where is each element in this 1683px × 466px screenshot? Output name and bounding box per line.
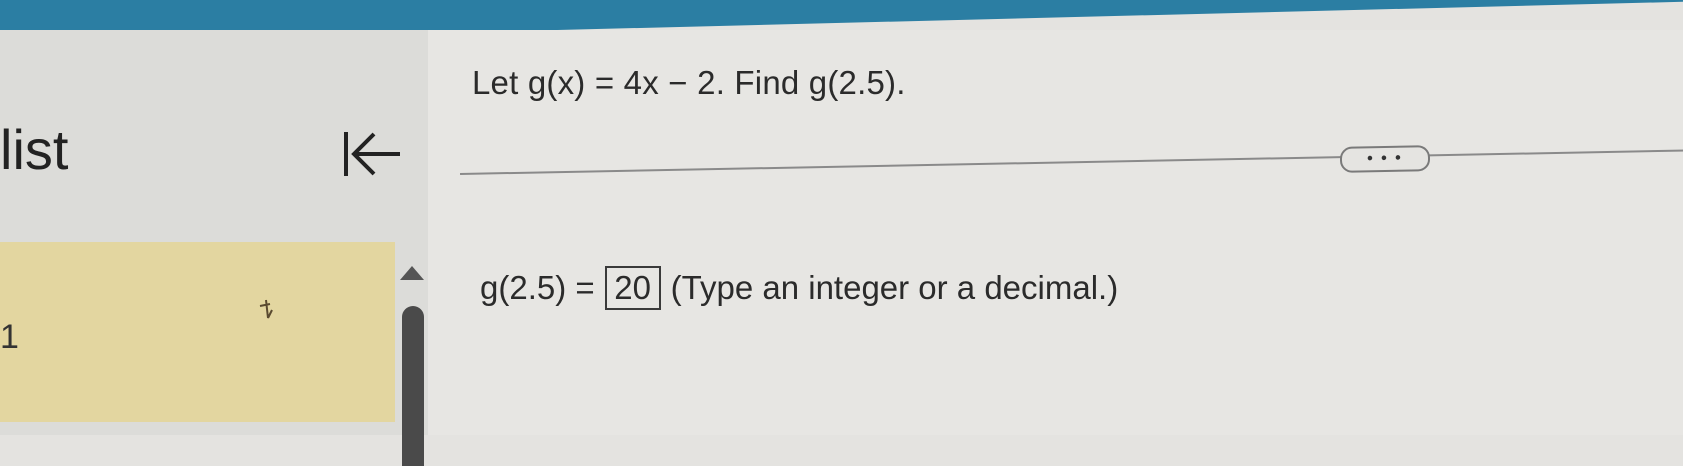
scroll-up-icon[interactable] <box>400 266 424 280</box>
divider <box>460 149 1683 175</box>
attempt-mark-icon <box>259 299 273 319</box>
answer-hint: (Type an integer or a decimal.) <box>670 269 1119 306</box>
answer-input[interactable]: 20 <box>604 266 661 310</box>
answer-line: g(2.5) = 20 (Type an integer or a decima… <box>480 266 1118 310</box>
collapse-left-icon <box>344 132 400 176</box>
scrollbar-thumb[interactable] <box>402 306 424 466</box>
answer-prefix: g(2.5) = <box>480 269 595 306</box>
problem-statement: Let g(x) = 4x − 2. Find g(2.5). <box>472 64 906 101</box>
question-list-sidebar: list 1 <box>0 30 428 466</box>
more-options-button[interactable]: • • • <box>1339 145 1431 173</box>
question-number: 1 <box>0 318 19 356</box>
question-list-item[interactable]: 1 <box>0 242 395 422</box>
collapse-sidebar-button[interactable] <box>336 118 408 190</box>
sidebar-title: list <box>0 118 69 181</box>
question-panel: Let g(x) = 4x − 2. Find g(2.5). • • • g(… <box>428 30 1683 435</box>
